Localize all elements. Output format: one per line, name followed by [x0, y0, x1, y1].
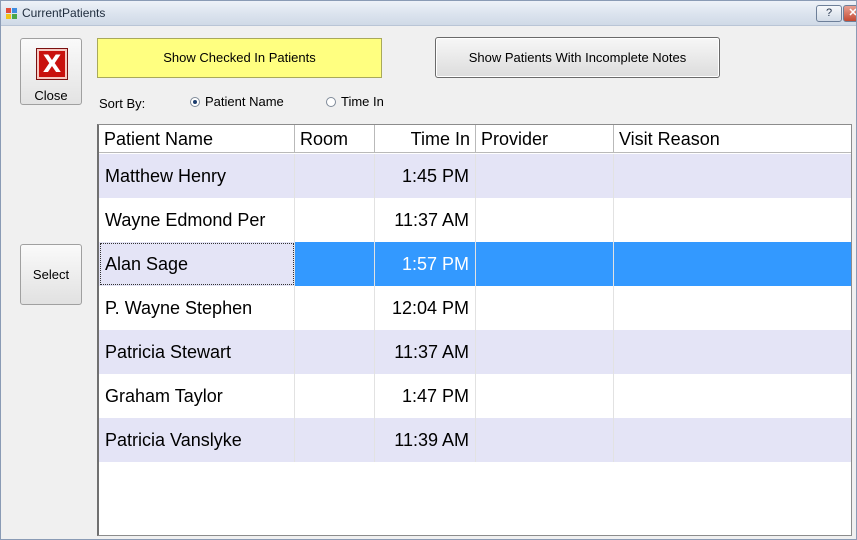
table-row[interactable]: Wayne Edmond Per 11:37 AM [99, 198, 851, 242]
grid-header: Patient Name Room Time In Provider Visit… [99, 125, 851, 153]
show-incomplete-notes-button[interactable]: Show Patients With Incomplete Notes [435, 37, 720, 78]
table-row[interactable]: Graham Taylor 1:47 PM [99, 374, 851, 418]
visit-reason-cell[interactable] [614, 154, 851, 198]
time-in-cell[interactable]: 11:37 AM [375, 330, 476, 374]
visit-reason-cell[interactable] [614, 330, 851, 374]
radio-selected-icon [190, 97, 200, 107]
sort-option-label: Patient Name [205, 94, 284, 109]
provider-cell[interactable] [476, 242, 614, 286]
patient-name-cell[interactable]: Wayne Edmond Per [99, 198, 295, 242]
visit-reason-cell[interactable] [614, 374, 851, 418]
radio-unselected-icon [326, 97, 336, 107]
select-button[interactable]: Select [20, 244, 82, 305]
patient-name-cell[interactable]: Patricia Vanslyke [99, 418, 295, 462]
patient-name-cell[interactable]: Matthew Henry [99, 154, 295, 198]
column-header-room[interactable]: Room [295, 125, 375, 153]
patient-name-cell[interactable]: Patricia Stewart [99, 330, 295, 374]
provider-cell[interactable] [476, 154, 614, 198]
visit-reason-cell[interactable] [614, 418, 851, 462]
room-cell[interactable] [295, 242, 375, 286]
help-button[interactable]: ? [816, 5, 842, 22]
window-title: CurrentPatients [22, 6, 106, 20]
table-row[interactable]: Patricia Vanslyke 11:39 AM [99, 418, 851, 462]
table-row-selected[interactable]: Alan Sage 1:57 PM [99, 242, 851, 286]
sort-option-label: Time In [341, 94, 384, 109]
patients-grid[interactable]: Patient Name Room Time In Provider Visit… [97, 124, 852, 536]
visit-reason-cell[interactable] [614, 286, 851, 330]
patient-name-cell[interactable]: Alan Sage [99, 242, 295, 286]
room-cell[interactable] [295, 198, 375, 242]
room-cell[interactable] [295, 418, 375, 462]
time-in-cell[interactable]: 12:04 PM [375, 286, 476, 330]
column-header-provider[interactable]: Provider [476, 125, 614, 153]
provider-cell[interactable] [476, 418, 614, 462]
table-row[interactable]: Patricia Stewart 11:37 AM [99, 330, 851, 374]
room-cell[interactable] [295, 286, 375, 330]
room-cell[interactable] [295, 374, 375, 418]
time-in-cell[interactable]: 1:57 PM [375, 242, 476, 286]
column-header-patient-name[interactable]: Patient Name [99, 125, 295, 153]
sort-by-label: Sort By: [99, 96, 146, 111]
column-header-visit-reason[interactable]: Visit Reason [614, 125, 851, 153]
patient-name-cell[interactable]: P. Wayne Stephen [99, 286, 295, 330]
room-cell[interactable] [295, 330, 375, 374]
visit-reason-cell[interactable] [614, 242, 851, 286]
time-in-cell[interactable]: 11:39 AM [375, 418, 476, 462]
time-in-cell[interactable]: 1:45 PM [375, 154, 476, 198]
provider-cell[interactable] [476, 374, 614, 418]
close-button[interactable]: X Close [20, 38, 82, 105]
provider-cell[interactable] [476, 330, 614, 374]
patient-name-cell[interactable]: Graham Taylor [99, 374, 295, 418]
title-bar: CurrentPatients ? ✕ [1, 1, 856, 26]
table-row[interactable]: P. Wayne Stephen 12:04 PM [99, 286, 851, 330]
app-icon [6, 8, 18, 19]
time-in-cell[interactable]: 11:37 AM [375, 198, 476, 242]
visit-reason-cell[interactable] [614, 198, 851, 242]
show-checked-in-button[interactable]: Show Checked In Patients [97, 38, 382, 78]
window-close-button[interactable]: ✕ [843, 5, 856, 22]
current-patients-window: CurrentPatients ? ✕ X Close Select Show … [0, 0, 857, 540]
sort-time-in-radio[interactable]: Time In [326, 94, 384, 112]
close-label: Close [34, 88, 68, 103]
provider-cell[interactable] [476, 198, 614, 242]
provider-cell[interactable] [476, 286, 614, 330]
column-header-time-in[interactable]: Time In [375, 125, 476, 153]
time-in-cell[interactable]: 1:47 PM [375, 374, 476, 418]
sort-patient-name-radio[interactable]: Patient Name [190, 94, 284, 112]
room-cell[interactable] [295, 154, 375, 198]
close-x-icon: X [37, 49, 67, 79]
table-row[interactable]: Matthew Henry 1:45 PM [99, 154, 851, 198]
